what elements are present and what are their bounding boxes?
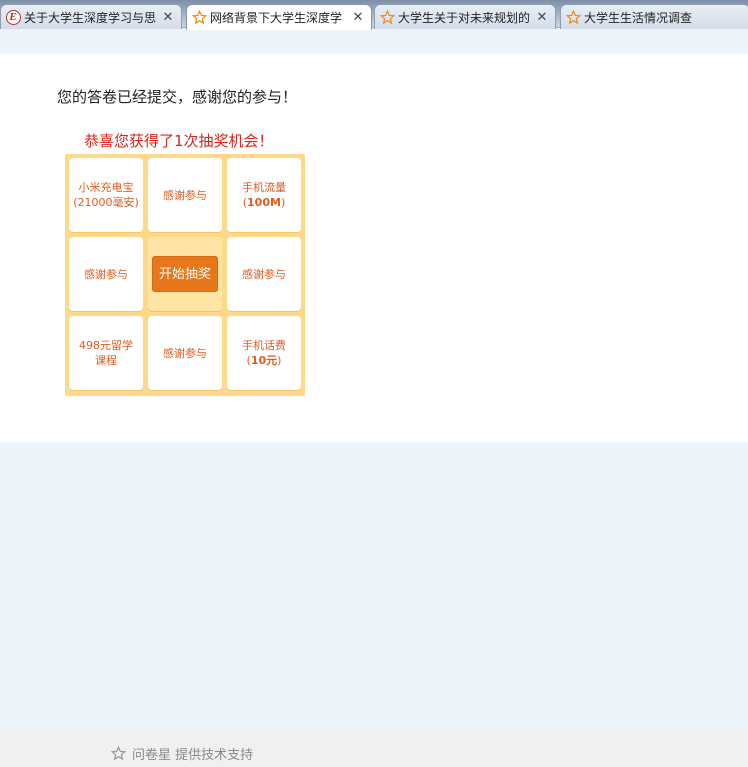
tab-title: 大学生关于对未来规划的 <box>398 10 531 25</box>
footer: 问卷星 提供技术支持 <box>0 730 748 767</box>
star-icon <box>191 10 207 26</box>
tab-3[interactable]: 大学生关于对未来规划的 ✕ <box>374 4 556 29</box>
tab-1[interactable]: E 关于大学生深度学习与思 ✕ <box>0 4 182 29</box>
e-logo-icon: E <box>5 9 21 25</box>
prize-cell-data: 手机流量 (100M) <box>227 158 301 232</box>
start-lottery-button[interactable]: 开始抽奖 <box>152 256 218 292</box>
footer-support-text: 提供技术支持 <box>171 748 254 763</box>
tab-title: 关于大学生深度学习与思 <box>24 10 157 25</box>
footer-credit[interactable]: 问卷星 提供技术支持 <box>111 744 253 763</box>
footer-brand: 问卷星 <box>132 748 172 763</box>
star-icon <box>565 9 581 25</box>
content-card: 您的答卷已经提交，感谢您的参与！ 恭喜您获得了1次抽奖机会！ 小米充电宝 (210… <box>0 54 748 442</box>
star-outline-icon <box>111 746 126 761</box>
close-icon[interactable]: ✕ <box>351 10 365 25</box>
prize-cell-course: 498元留学 课程 <box>69 316 143 390</box>
lottery-board: 小米充电宝 (21000毫安) 感谢参与 手机流量 (100M) 感谢参与 开始抽奖… <box>65 154 305 396</box>
lottery-title: 恭喜您获得了1次抽奖机会！ <box>84 132 274 150</box>
close-icon[interactable]: ✕ <box>535 10 549 25</box>
tab-2[interactable]: 网络背景下大学生深度学 ✕ <box>186 4 372 30</box>
tab-title: 大学生生活情况调查 <box>584 10 693 25</box>
tab-title: 网络背景下大学生深度学 <box>210 11 343 25</box>
prize-cell-thanks: 感谢参与 <box>227 237 301 311</box>
prize-cell-powerbank: 小米充电宝 (21000毫安) <box>69 158 143 232</box>
prize-cell-thanks: 感谢参与 <box>148 158 222 232</box>
star-icon <box>379 9 395 25</box>
start-cell: 开始抽奖 <box>148 237 222 311</box>
prize-cell-thanks: 感谢参与 <box>69 237 143 311</box>
prize-cell-phone-credit: 手机话费 (10元) <box>227 316 301 390</box>
tab-4[interactable]: 大学生生活情况调查 <box>560 4 748 29</box>
browser-tab-bar: E 关于大学生深度学习与思 ✕ 网络背景下大学生深度学 ✕ 大学生关于对未来规划… <box>0 0 748 30</box>
thanks-message: 您的答卷已经提交，感谢您的参与！ <box>57 88 298 106</box>
close-icon[interactable]: ✕ <box>161 10 175 25</box>
prize-cell-thanks: 感谢参与 <box>148 316 222 390</box>
